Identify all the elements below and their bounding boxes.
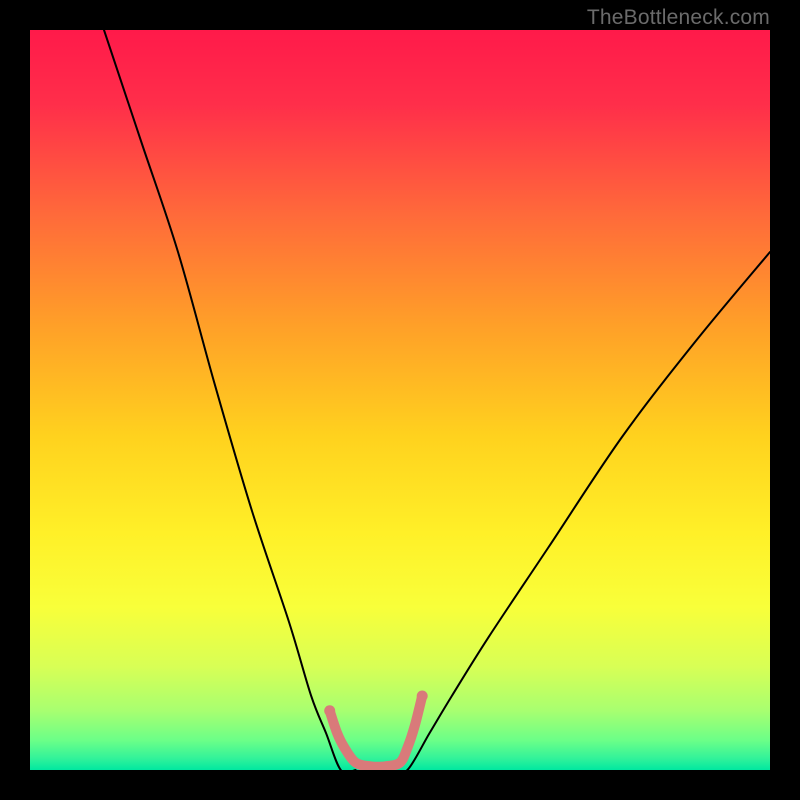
- watermark-label: TheBottleneck.com: [587, 6, 770, 30]
- series-bottleneck-marker-dot: [324, 705, 335, 716]
- chart-frame: TheBottleneck.com: [0, 0, 800, 800]
- plot-area: [30, 30, 770, 770]
- series-bottleneck-marker-dot: [417, 691, 428, 702]
- bottleneck-chart: [30, 30, 770, 770]
